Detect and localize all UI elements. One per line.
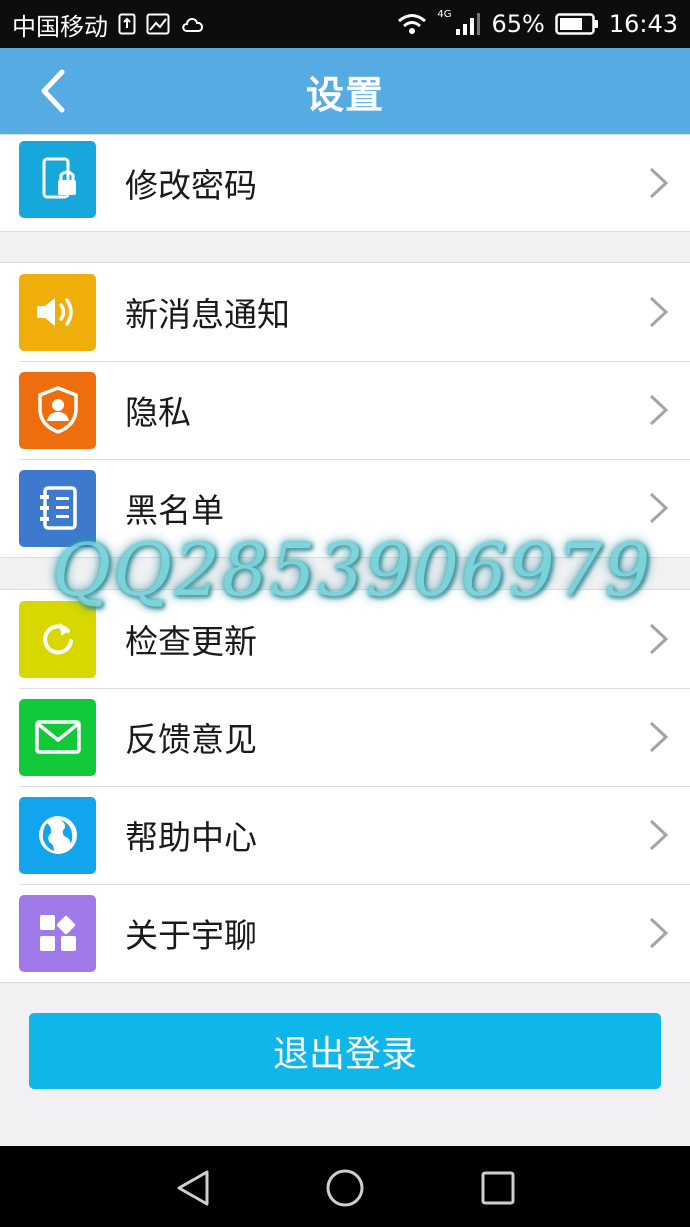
cloud-icon (180, 14, 206, 34)
chevron-right-icon (649, 623, 669, 655)
clock: 16:43 (608, 10, 678, 38)
status-bar: 中国移动 4G 65% 16:43 (0, 0, 690, 48)
mail-icon (19, 698, 96, 776)
settings-item-about[interactable]: 关于宇聊 (0, 884, 690, 982)
apps-icon (19, 894, 96, 972)
settings-group-general: 检查更新 反馈意见 帮助中心 关于宇聊 (0, 589, 690, 983)
shield-user-icon (19, 371, 96, 449)
settings-item-privacy[interactable]: 隐私 (0, 361, 690, 459)
carrier-name: 中国移动 (12, 12, 108, 41)
nav-home-button[interactable] (323, 1166, 367, 1210)
status-left: 中国移动 (12, 7, 206, 42)
chevron-right-icon (649, 917, 669, 949)
settings-item-label: 帮助中心 (125, 818, 257, 857)
settings-item-label: 隐私 (125, 393, 191, 432)
circle-home-icon (326, 1169, 364, 1207)
settings-item-label: 黑名单 (125, 491, 224, 530)
globe-icon (19, 796, 96, 874)
image-icon (146, 13, 170, 35)
refresh-icon (19, 600, 96, 678)
wifi-icon (397, 13, 427, 35)
settings-group-account: 修改密码 (0, 134, 690, 232)
chevron-right-icon (649, 394, 669, 426)
chevron-right-icon (649, 721, 669, 753)
settings-item-check-update[interactable]: 检查更新 (0, 590, 690, 688)
system-nav-bar (0, 1146, 690, 1227)
logout-button[interactable]: 退出登录 (29, 1013, 661, 1089)
back-arrow-icon (41, 69, 65, 113)
settings-item-notifications[interactable]: 新消息通知 (0, 263, 690, 361)
status-right: 4G 65% 16:43 (397, 8, 678, 38)
nav-recents-button[interactable] (476, 1166, 520, 1210)
chevron-right-icon (649, 819, 669, 851)
settings-item-change-password[interactable]: 修改密码 (0, 135, 690, 231)
nav-bar: 设置 (0, 48, 690, 134)
network-type: 4G (437, 8, 452, 20)
settings-item-label: 检查更新 (125, 622, 257, 661)
phone-lock-icon (19, 140, 96, 218)
settings-item-blacklist[interactable]: 黑名单 (0, 459, 690, 557)
notebook-icon (19, 469, 96, 547)
battery-icon (555, 12, 599, 36)
page-title: 设置 (305, 72, 384, 117)
nav-back-button[interactable] (171, 1166, 215, 1210)
settings-item-label: 修改密码 (125, 166, 257, 205)
triangle-back-icon (177, 1170, 209, 1206)
chevron-right-icon (649, 167, 669, 199)
chevron-right-icon (649, 296, 669, 328)
battery-percent: 65% (491, 10, 545, 38)
settings-item-label: 反馈意见 (125, 720, 257, 759)
sim-icon (118, 13, 136, 35)
settings-item-label: 关于宇聊 (125, 916, 257, 955)
settings-item-help[interactable]: 帮助中心 (0, 786, 690, 884)
settings-item-feedback[interactable]: 反馈意见 (0, 688, 690, 786)
settings-item-label: 新消息通知 (125, 295, 290, 334)
speaker-icon (19, 273, 96, 351)
settings-screen: 中国移动 4G 65% 16:43 设置 修改密码 新消息通知 隐私 黑名单 检… (0, 0, 690, 1227)
chevron-right-icon (649, 492, 669, 524)
back-button[interactable] (30, 68, 76, 114)
signal-icon (455, 12, 481, 36)
settings-group-notification: 新消息通知 隐私 黑名单 (0, 262, 690, 558)
square-recents-icon (481, 1171, 515, 1205)
